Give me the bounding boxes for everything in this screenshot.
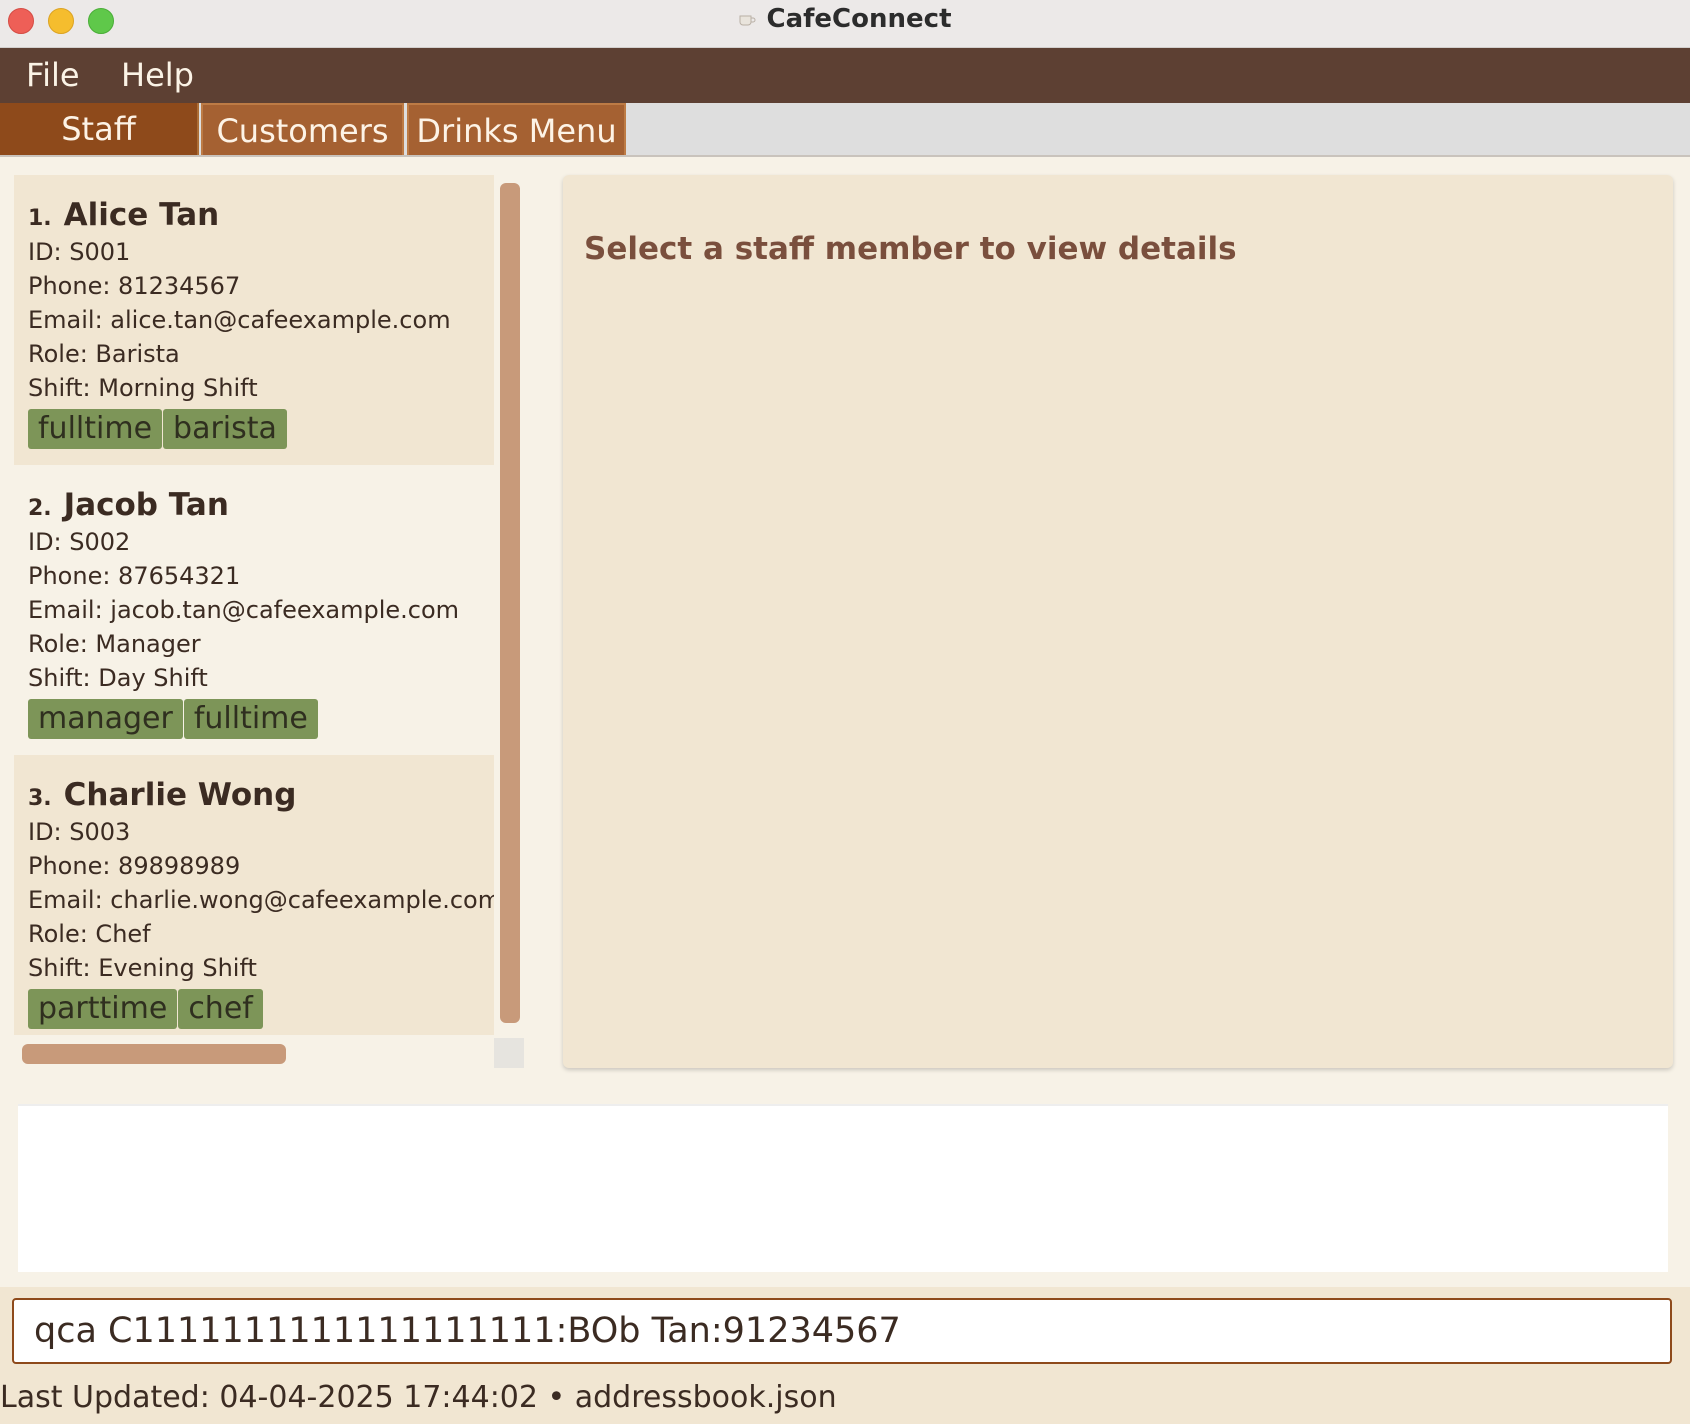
staff-list[interactable]: 1. Alice Tan ID: S001 Phone: 81234567 Ema… [14, 175, 494, 1035]
tab-bar: Staff Customers Drinks Menu [0, 103, 1690, 157]
staff-phone: Phone: 87654321 [28, 562, 241, 590]
staff-shift: Shift: Evening Shift [28, 954, 257, 982]
coffee-cup-icon [739, 15, 756, 25]
staff-phone: Phone: 89898989 [28, 852, 241, 880]
tag: fulltime [183, 699, 318, 739]
staff-card[interactable]: 1. Alice Tan ID: S001 Phone: 81234567 Ema… [14, 175, 494, 465]
staff-index: 1. [28, 206, 52, 231]
menu-bar: File Help [0, 48, 1690, 103]
staff-role: Role: Chef [28, 920, 151, 948]
tag: barista [163, 409, 287, 449]
staff-email: Email: jacob.tan@cafeexample.com [28, 596, 460, 624]
staff-role: Role: Manager [28, 630, 201, 658]
horizontal-scrollbar-thumb[interactable] [22, 1044, 286, 1064]
staff-name: Jacob Tan [63, 487, 229, 523]
tab-customers[interactable]: Customers [201, 103, 404, 155]
menu-file[interactable]: File [26, 56, 80, 94]
detail-placeholder: Select a staff member to view details [584, 231, 1237, 267]
staff-card-header: 1. Alice Tan [28, 195, 494, 235]
staff-email: Email: charlie.wong@cafeexample.com [28, 886, 494, 914]
tag: fulltime [28, 409, 163, 449]
menu-help[interactable]: Help [121, 56, 194, 94]
window-title: CafeConnect [766, 4, 952, 34]
staff-tags: manager fulltime [28, 699, 494, 741]
staff-name: Alice Tan [63, 197, 220, 233]
staff-shift: Shift: Morning Shift [28, 374, 258, 402]
staff-index: 2. [28, 496, 52, 521]
staff-tags: parttime chef [28, 989, 494, 1031]
staff-id: ID: S002 [28, 528, 131, 556]
vertical-scrollbar-thumb[interactable] [500, 183, 520, 1023]
status-bar: Last Updated: 04-04-2025 17:44:02 • addr… [0, 1380, 837, 1415]
staff-id: ID: S001 [28, 238, 131, 266]
staff-email: Email: alice.tan@cafeexample.com [28, 306, 451, 334]
tag: parttime [28, 989, 178, 1029]
staff-card[interactable]: 3. Charlie Wong ID: S003 Phone: 89898989 … [14, 755, 494, 1035]
scrollbar-corner [494, 1038, 524, 1068]
command-input[interactable] [12, 1298, 1672, 1364]
staff-role: Role: Barista [28, 340, 180, 368]
staff-shift: Shift: Day Shift [28, 664, 208, 692]
tag: chef [178, 989, 263, 1029]
tab-drinks-menu[interactable]: Drinks Menu [407, 103, 626, 155]
staff-tags: fulltime barista [28, 409, 494, 451]
staff-card[interactable]: 2. Jacob Tan ID: S002 Phone: 87654321 Ema… [14, 465, 494, 755]
staff-index: 3. [28, 786, 52, 811]
staff-id: ID: S003 [28, 818, 131, 846]
tab-staff[interactable]: Staff [0, 103, 199, 155]
staff-phone: Phone: 81234567 [28, 272, 241, 300]
window-title-bar: CafeConnect [0, 0, 1690, 48]
result-display[interactable] [18, 1104, 1668, 1272]
tag: manager [28, 699, 183, 739]
staff-card-header: 2. Jacob Tan [28, 485, 494, 525]
staff-detail-panel: Select a staff member to view details [563, 175, 1673, 1068]
staff-name: Charlie Wong [63, 777, 297, 813]
staff-card-header: 3. Charlie Wong [28, 775, 494, 815]
window-title-wrap: CafeConnect [0, 4, 1690, 34]
